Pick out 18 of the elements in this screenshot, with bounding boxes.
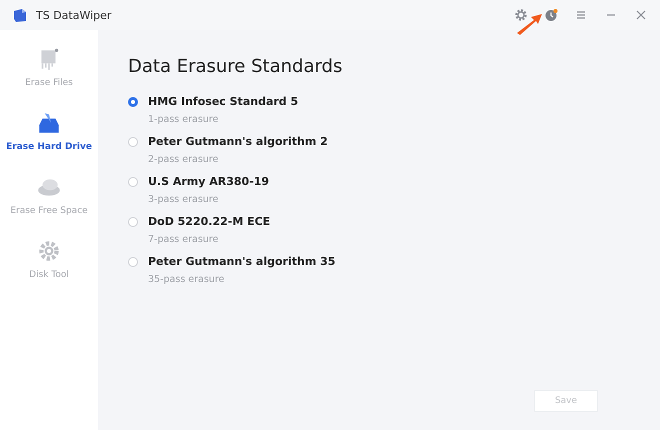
close-icon[interactable] bbox=[634, 8, 648, 22]
option-label[interactable]: Peter Gutmann's algorithm 35 bbox=[148, 255, 336, 268]
option-description: 2-pass erasure bbox=[148, 154, 220, 165]
sidebar-item[interactable]: Erase Hard Drive bbox=[6, 110, 92, 152]
option-label[interactable]: Peter Gutmann's algorithm 2 bbox=[148, 135, 328, 148]
option-description: 3-pass erasure bbox=[148, 194, 220, 205]
radio-button[interactable] bbox=[128, 96, 138, 106]
option-label[interactable]: DoD 5220.22-M ECE bbox=[148, 215, 270, 228]
option-description: 35-pass erasure bbox=[148, 274, 226, 285]
option-label[interactable]: U.S Army AR380-19 bbox=[148, 175, 270, 188]
section-heading: Data Erasure Standards bbox=[128, 56, 344, 77]
window-title: TS DataWiper bbox=[36, 8, 112, 22]
clock-icon[interactable] bbox=[544, 8, 558, 22]
settings-icon[interactable] bbox=[514, 8, 528, 22]
option-description: 7-pass erasure bbox=[148, 234, 220, 245]
option-description: 1-pass erasure bbox=[148, 114, 220, 125]
option-label[interactable]: HMG Infosec Standard 5 bbox=[148, 95, 298, 108]
app-logo-icon bbox=[12, 7, 28, 23]
